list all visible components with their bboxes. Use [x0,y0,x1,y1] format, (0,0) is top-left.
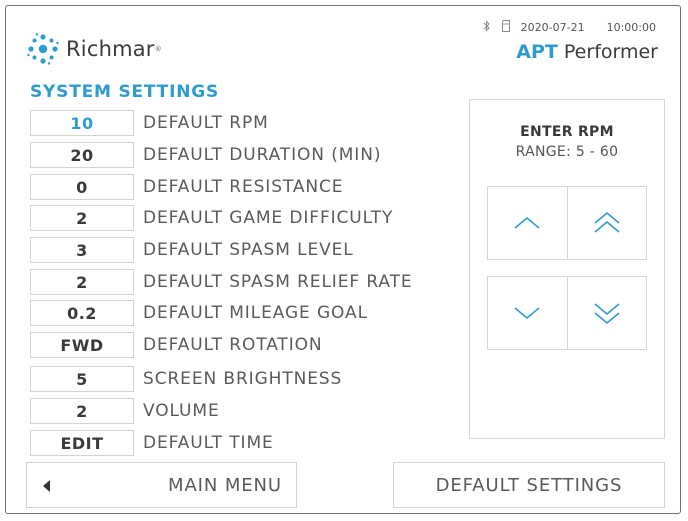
fast-increment-button[interactable] [566,187,647,259]
setting-row-default-resistance: 0 DEFAULT RESISTANCE [30,174,343,200]
screen-brightness-label: SCREEN BRIGHTNESS [143,369,343,389]
richmar-logo-mark-icon [27,33,59,65]
volume-label: VOLUME [143,401,220,421]
main-menu-label: MAIN MENU [168,474,282,496]
double-chevron-down-icon [594,303,620,325]
default-duration-label: DEFAULT DURATION (MIN) [143,145,382,165]
page-title: SYSTEM SETTINGS [30,82,220,102]
default-mileage-goal-label: DEFAULT MILEAGE GOAL [143,303,368,323]
default-rpm-label: DEFAULT RPM [143,113,269,133]
setting-row-default-time: EDIT DEFAULT TIME [30,430,274,456]
setting-row-screen-brightness: 5 SCREEN BRIGHTNESS [30,366,342,392]
default-game-difficulty-label: DEFAULT GAME DIFFICULTY [143,208,394,228]
default-mileage-goal-value[interactable]: 0.2 [30,300,134,326]
bluetooth-icon [483,20,491,35]
default-rotation-label: DEFAULT ROTATION [143,335,323,355]
setting-row-default-spasm-level: 3 DEFAULT SPASM LEVEL [30,237,354,263]
product-name: APT Performer [516,41,658,63]
product-name-rest: Performer [563,41,658,63]
registered-mark: ® [154,45,162,53]
default-spasm-level-label: DEFAULT SPASM LEVEL [143,240,354,260]
default-spasm-relief-rate-label: DEFAULT SPASM RELIEF RATE [143,272,413,292]
setting-row-default-game-difficulty: 2 DEFAULT GAME DIFFICULTY [30,205,393,231]
rpm-entry-panel: ENTER RPM RANGE: 5 - 60 [469,99,665,439]
sd-card-icon [501,20,511,35]
screen-brightness-value[interactable]: 5 [30,366,134,392]
decrease-button-group [487,276,647,350]
setting-row-volume: 2 VOLUME [30,398,220,424]
setting-row-default-spasm-relief-rate: 2 DEFAULT SPASM RELIEF RATE [30,269,413,295]
richmar-logo: Richmar ® [26,32,162,66]
main-menu-button[interactable]: MAIN MENU [26,462,297,508]
status-date: 2020-07-21 [520,21,585,34]
decrement-button[interactable] [488,277,567,349]
setting-row-default-rotation: FWD DEFAULT ROTATION [30,332,323,358]
back-arrow-icon [43,480,50,492]
setting-row-default-duration: 20 DEFAULT DURATION (MIN) [30,142,381,168]
chevron-down-icon [514,307,540,320]
volume-value[interactable]: 2 [30,398,134,424]
default-time-edit-button[interactable]: EDIT [30,430,134,456]
status-time: 10:00:00 [606,21,656,34]
default-rpm-value[interactable]: 10 [30,110,134,136]
default-spasm-relief-rate-value[interactable]: 2 [30,269,134,295]
default-spasm-level-value[interactable]: 3 [30,237,134,263]
status-bar: 2020-07-21 10:00:00 [483,20,656,35]
double-chevron-up-icon [594,211,620,233]
default-time-label: DEFAULT TIME [143,433,274,453]
rpm-panel-title: ENTER RPM [520,124,614,140]
chevron-up-icon [514,216,540,229]
device-frame: Richmar ® 2020-07-21 10:00:00 APT Perfor… [5,5,681,514]
setting-row-default-mileage-goal: 0.2 DEFAULT MILEAGE GOAL [30,300,368,326]
default-resistance-label: DEFAULT RESISTANCE [143,177,344,197]
rpm-range-text: RANGE: 5 - 60 [515,144,619,160]
default-settings-label: DEFAULT SETTINGS [435,474,623,496]
brand-name: Richmar [66,37,155,61]
default-resistance-value[interactable]: 0 [30,174,134,200]
product-name-bold: APT [516,41,558,63]
default-rotation-value[interactable]: FWD [30,332,134,358]
increase-button-group [487,186,647,260]
default-game-difficulty-value[interactable]: 2 [30,205,134,231]
setting-row-default-rpm: 10 DEFAULT RPM [30,110,269,136]
fast-decrement-button[interactable] [566,277,647,349]
default-settings-button[interactable]: DEFAULT SETTINGS [393,462,665,508]
default-duration-value[interactable]: 20 [30,142,134,168]
increment-button[interactable] [488,187,567,259]
